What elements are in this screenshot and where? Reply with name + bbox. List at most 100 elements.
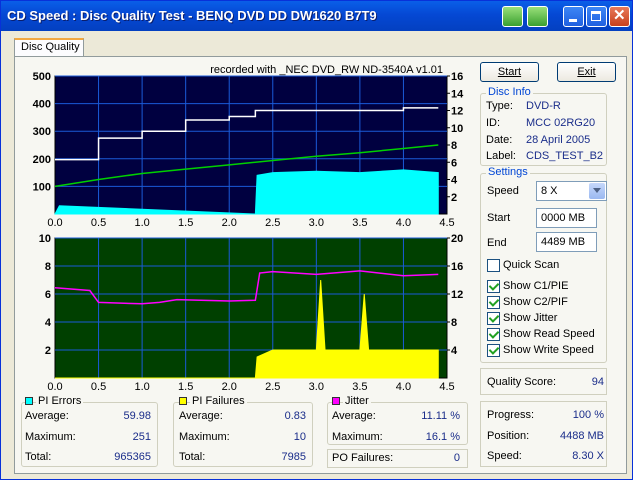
y-right-tick-label: 2	[451, 192, 457, 204]
pi-failures-title: PI Failures	[190, 395, 247, 407]
pi-failures-average-label: Average:	[179, 410, 223, 422]
pi-failures-maximum-label: Maximum:	[179, 431, 230, 443]
pi-errors-total-label: Total:	[25, 451, 52, 463]
title-bar[interactable]: CD Speed : Disc Quality Test - BENQ DVD …	[1, 1, 632, 31]
id-label: ID:	[486, 117, 501, 129]
show-c1-checkbox[interactable]	[487, 280, 500, 293]
end-label: End	[487, 237, 507, 249]
jitter-swatch	[332, 397, 340, 405]
x-tick-label: 2.0	[222, 217, 237, 229]
x-tick-label: 3.0	[309, 381, 324, 393]
window-title: CD Speed : Disc Quality Test - BENQ DVD …	[7, 8, 377, 23]
position-label: Position:	[487, 430, 530, 442]
show-write-speed-label: Show Write Speed	[503, 344, 594, 356]
x-tick-label: 1.5	[178, 217, 193, 229]
type-label: Type:	[486, 100, 513, 112]
show-write-speed-checkbox[interactable]	[487, 344, 500, 357]
quality-score-value: 94	[591, 376, 604, 388]
save-icon[interactable]	[527, 6, 548, 27]
show-jitter-label: Show Jitter	[503, 312, 558, 324]
start-input[interactable]: 0000 MB	[536, 208, 597, 228]
y-right-tick-label: 16	[451, 261, 463, 273]
chart-title: recorded with _NEC DVD_RW ND-3540A v1.01	[210, 64, 443, 76]
disc-quality-charts: 0.0 0.5 1.0 1.5 2.0 2.5 3.0 3.5 4.0 4.5 500 400 300 2…	[33, 64, 464, 393]
y-left-tick-label: 100	[33, 181, 51, 193]
chevron-down-icon[interactable]	[589, 183, 605, 199]
y-right-tick-label: 20	[451, 233, 463, 245]
y-left-tick-label: 200	[33, 154, 51, 166]
x-tick-label: 1.0	[134, 217, 149, 229]
y-right-tick-label: 8	[451, 317, 457, 329]
x-tick-label: 3.5	[352, 217, 367, 229]
y-left-tick-label: 4	[45, 317, 52, 329]
quick-scan-label: Quick Scan	[503, 259, 560, 271]
pi-failures-average: 0.83	[284, 410, 306, 422]
pi-errors-title: PI Errors	[36, 395, 84, 407]
y-right-tick-label: 12	[451, 289, 463, 301]
type-value: DVD-R	[526, 100, 561, 112]
date-label: Date:	[486, 134, 513, 146]
progress-value: 100 %	[572, 409, 604, 421]
speed-select[interactable]: 8 X	[536, 181, 607, 201]
y-right-tick-label: 6	[451, 157, 457, 169]
show-read-speed-checkbox[interactable]	[487, 328, 500, 341]
y-left-tick-label: 400	[33, 99, 51, 111]
start-button[interactable]: Start	[480, 62, 539, 82]
label-label: Label:	[486, 150, 516, 162]
close-button[interactable]: ✕	[609, 6, 630, 27]
show-c2-label: Show C2/PIF	[503, 296, 568, 308]
x-tick-label: 0.5	[91, 381, 106, 393]
jitter-average-label: Average:	[332, 410, 376, 422]
y-left-tick-label: 500	[33, 71, 51, 83]
exit-button[interactable]: Exit	[557, 62, 616, 82]
position-value: 4488 MB	[559, 430, 604, 442]
po-failures-label: PO Failures:	[332, 452, 394, 464]
pi-failures-swatch	[179, 397, 187, 405]
id-value: MCC 02RG20	[526, 117, 596, 129]
speed-readout-label: Speed:	[487, 450, 522, 462]
y-left-tick-label: 300	[33, 126, 51, 138]
pi-errors-maximum-label: Maximum:	[25, 431, 76, 443]
quality-score-label: Quality Score:	[487, 376, 557, 388]
y-right-tick-label: 4	[451, 175, 458, 187]
minimize-button[interactable]	[563, 6, 584, 27]
y-right-tick-label: 10	[451, 123, 463, 135]
pi-errors-total: 965365	[114, 451, 151, 463]
label-value: CDS_TEST_B2	[526, 150, 604, 162]
jitter-title: Jitter	[343, 395, 371, 407]
maximize-button[interactable]	[586, 6, 607, 27]
y-right-tick-label: 14	[451, 88, 464, 100]
jitter-maximum-label: Maximum:	[332, 431, 383, 443]
tab-disc-quality[interactable]: Disc Quality	[14, 38, 84, 56]
x-tick-label: 1.0	[134, 381, 149, 393]
jitter-maximum: 16.1 %	[425, 431, 460, 443]
x-tick-label: 2.5	[265, 217, 280, 229]
y-right-tick-label: 16	[451, 71, 463, 83]
speed-pie-chart: 0.0 0.5 1.0 1.5 2.0 2.5 3.0 3.5 4.0 4.5 500 400 300 2…	[33, 64, 464, 229]
pi-failures-maximum: 10	[293, 431, 306, 443]
x-tick-label: 4.5	[439, 381, 454, 393]
x-tick-label: 0.0	[47, 381, 62, 393]
show-jitter-checkbox[interactable]	[487, 312, 500, 325]
y-right-tick-label: 8	[451, 140, 457, 152]
x-tick-label: 4.0	[396, 217, 411, 229]
copy-icon[interactable]	[502, 6, 523, 27]
pi-errors-average-label: Average:	[25, 410, 69, 422]
minimize-icon	[569, 19, 577, 22]
quick-scan-checkbox[interactable]	[487, 259, 500, 272]
x-tick-label: 3.5	[352, 381, 367, 393]
jitter-average: 11.11 %	[421, 410, 460, 422]
x-tick-label: 0.5	[91, 217, 106, 229]
x-tick-label: 0.0	[47, 217, 62, 229]
end-input[interactable]: 4489 MB	[536, 232, 597, 252]
y-right-tick-label: 4	[451, 345, 458, 357]
show-read-speed-label: Show Read Speed	[503, 328, 595, 340]
y-left-tick-label: 6	[45, 289, 51, 301]
pi-failures-total-label: Total:	[179, 451, 206, 463]
show-c2-checkbox[interactable]	[487, 296, 500, 309]
show-c1-label: Show C1/PIE	[503, 280, 569, 292]
x-tick-label: 2.5	[265, 381, 280, 393]
close-icon: ✕	[613, 7, 626, 24]
progress-label: Progress:	[487, 409, 535, 421]
x-tick-label: 4.5	[439, 217, 454, 229]
